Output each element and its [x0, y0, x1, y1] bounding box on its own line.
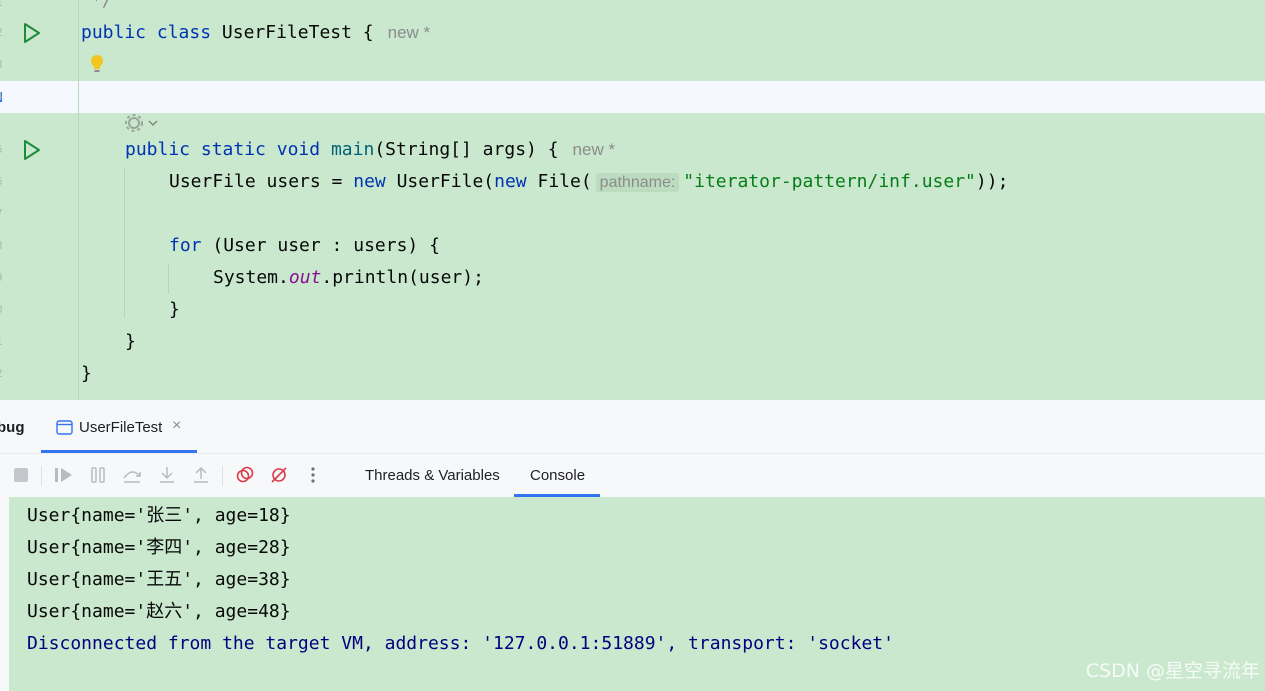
pause-icon[interactable] — [87, 464, 109, 486]
closing-brace: } — [169, 299, 180, 320]
keyword: for — [169, 235, 202, 256]
method-params: (String[] args) { — [374, 139, 559, 160]
parameter-hint: pathname: — [595, 173, 680, 192]
line-number: 0 — [0, 303, 6, 316]
code-editor[interactable]: 1 2 3 4 5 6 7 8 9 0 1 2 */ public class … — [0, 0, 1265, 400]
code-text: System. — [213, 267, 289, 288]
line-number: 1 — [0, 335, 6, 348]
users-assignment-line: UserFile users = new UserFile(new File(p… — [169, 171, 1008, 194]
static-field: out — [288, 267, 322, 288]
tab-selected-indicator — [41, 450, 197, 453]
line-number: 2 — [0, 26, 6, 39]
console-line: User{name='赵六', age=48} — [27, 601, 291, 622]
more-options-icon[interactable] — [302, 464, 324, 486]
keyword: new — [494, 171, 527, 192]
keyword: new — [353, 171, 386, 192]
method-name: main — [330, 139, 375, 160]
string-literal: "iterator-pattern/inf.user" — [683, 171, 976, 192]
line-number: 8 — [0, 239, 6, 252]
main-declaration: public static void main(String[] args) {… — [125, 139, 615, 161]
class-declaration: public class UserFileTest { new * — [81, 22, 430, 44]
console-line: User{name='李四', age=28} — [27, 537, 291, 558]
tab-threads-variables[interactable]: Threads & Variables — [365, 467, 500, 484]
line-number: 2 — [0, 367, 6, 380]
code-text: UserFile( — [385, 171, 495, 192]
tab-console[interactable]: Console — [530, 467, 585, 484]
code-text: .println(user); — [321, 267, 484, 288]
step-over-icon[interactable] — [121, 464, 143, 486]
indent-guide — [168, 264, 169, 294]
line-number: 1 — [0, 0, 6, 9]
window-icon — [56, 420, 73, 439]
run-tab-label: UserFileTest — [79, 419, 163, 436]
class-name: UserFileTest — [221, 22, 352, 43]
console-line: User{name='王五', age=38} — [27, 569, 291, 590]
console-line: User{name='张三', age=18} — [27, 505, 291, 526]
run-main-icon[interactable] — [22, 139, 42, 165]
author-hint[interactable]: new * — [573, 140, 616, 159]
code-text: (User user : users) { — [201, 235, 440, 256]
comment-end: */ — [91, 0, 113, 11]
stop-icon[interactable] — [10, 464, 32, 486]
run-tab-userfiletest[interactable]: UserFileTest × — [41, 412, 197, 453]
step-out-icon[interactable] — [190, 464, 212, 486]
line-number: 5 — [0, 143, 6, 156]
mute-breakpoints-icon[interactable] — [268, 464, 290, 486]
current-line-highlight — [0, 81, 1265, 113]
toolbar-separator — [222, 466, 223, 486]
code-text: UserFile users = — [169, 171, 354, 192]
keyword: void — [276, 139, 321, 160]
view-breakpoints-icon[interactable] — [234, 464, 256, 486]
close-icon[interactable]: × — [172, 417, 181, 435]
code-text: File( — [526, 171, 592, 192]
lightbulb-icon[interactable] — [89, 54, 105, 78]
toolbar-separator — [41, 466, 42, 486]
line-number: 9 — [0, 271, 6, 284]
keyword: public — [81, 22, 147, 43]
line-number: 7 — [0, 207, 6, 220]
console-gutter — [0, 497, 9, 691]
keyword: public — [125, 139, 191, 160]
line-number: 3 — [0, 58, 6, 71]
keyword: class — [156, 22, 212, 43]
step-into-icon[interactable] — [156, 464, 178, 486]
watermark: CSDN @星空寻流年 — [1085, 660, 1260, 682]
gutter-divider — [78, 0, 79, 400]
line-number: 6 — [0, 175, 6, 188]
author-hint[interactable]: new * — [388, 23, 431, 42]
line-number: 4 — [0, 90, 6, 103]
debug-toolbar: Threads & Variables Console — [0, 454, 1265, 498]
for-loop-line: for (User user : users) { — [169, 235, 440, 257]
brace: { — [362, 22, 374, 43]
keyword: static — [200, 139, 266, 160]
closing-brace: } — [81, 363, 92, 384]
run-class-icon[interactable] — [22, 22, 42, 48]
closing-brace: } — [125, 331, 136, 352]
indent-guide — [124, 168, 125, 318]
debug-tool-window-title[interactable]: bug — [0, 419, 25, 436]
code-vision-gear-icon[interactable] — [124, 113, 162, 137]
code-text: )); — [975, 171, 1009, 192]
resume-icon[interactable] — [53, 464, 75, 486]
println-line: System.out.println(user); — [213, 267, 484, 289]
console-system-message: Disconnected from the target VM, address… — [27, 633, 894, 654]
